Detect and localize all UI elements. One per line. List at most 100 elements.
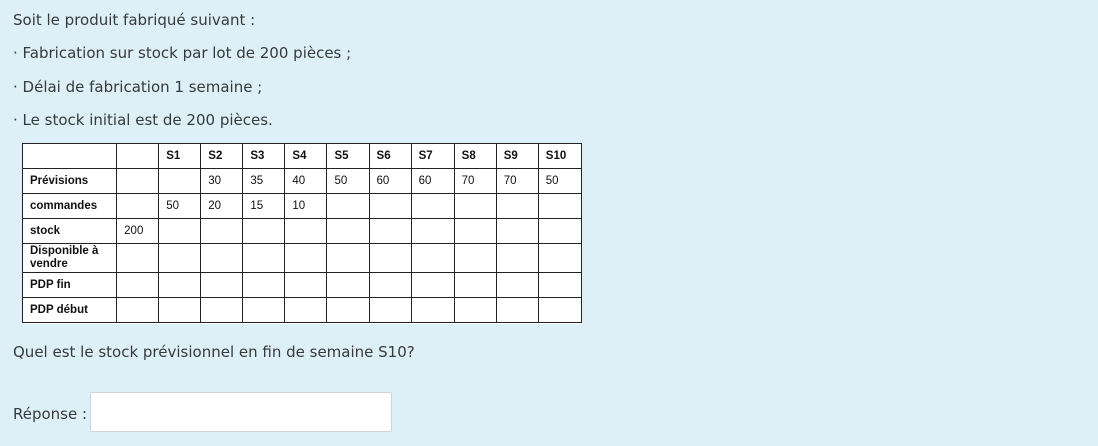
table-cell xyxy=(326,297,370,323)
table-cell xyxy=(495,193,539,219)
table-cell xyxy=(284,218,328,244)
table-cell xyxy=(242,218,286,244)
table-cell xyxy=(284,243,328,273)
row-label: PDP fin xyxy=(21,272,118,298)
intro-line-3: · Délai de fabrication 1 semaine ; xyxy=(13,78,263,96)
table-cell xyxy=(537,218,583,244)
table-cell xyxy=(116,297,160,323)
table-cell xyxy=(537,193,583,219)
header-cell-s10: S10 xyxy=(537,143,583,169)
row-label: PDP début xyxy=(21,297,118,323)
table-cell xyxy=(158,168,202,194)
header-cell-s8: S8 xyxy=(453,143,497,169)
intro-line-2: · Fabrication sur stock par lot de 200 p… xyxy=(13,44,352,62)
table-cell xyxy=(116,243,160,273)
row-label: commandes xyxy=(21,193,118,219)
mrp-table: S1 S2 S3 S4 S5 S6 S7 S8 S9 S10 Prévisions 30 35 40 50… xyxy=(21,143,583,323)
table-header-row: S1 S2 S3 S4 S5 S6 S7 S8 S9 S10 xyxy=(21,143,583,169)
table-row: PDP fin xyxy=(21,272,583,298)
table-cell: 70 xyxy=(495,168,539,194)
table-cell: 200 xyxy=(116,218,160,244)
answer-input[interactable] xyxy=(90,392,392,432)
table-cell xyxy=(410,297,455,323)
table-cell: 35 xyxy=(242,168,286,194)
answer-label: Réponse : xyxy=(13,405,88,423)
table-cell xyxy=(495,297,539,323)
table-cell xyxy=(410,243,455,273)
row-label: Disponible à vendre xyxy=(21,243,118,273)
header-cell-s4: S4 xyxy=(284,143,328,169)
table-cell xyxy=(326,243,370,273)
intro-line-1: Soit le produit fabriqué suivant : xyxy=(13,11,256,29)
table-row: commandes 50 20 15 10 xyxy=(21,193,583,219)
table-cell xyxy=(537,243,583,273)
table-cell: 40 xyxy=(284,168,328,194)
header-cell-empty xyxy=(116,143,160,169)
table-cell xyxy=(200,243,244,273)
table-cell xyxy=(495,272,539,298)
table-cell xyxy=(326,218,370,244)
table-cell xyxy=(200,272,244,298)
table-cell: 60 xyxy=(368,168,412,194)
table-cell xyxy=(495,243,539,273)
table-cell xyxy=(495,218,539,244)
table-row: Prévisions 30 35 40 50 60 60 70 70 50 xyxy=(21,168,583,194)
header-cell-s6: S6 xyxy=(368,143,412,169)
table-cell xyxy=(200,218,244,244)
header-cell-s3: S3 xyxy=(242,143,286,169)
mrp-table-container: S1 S2 S3 S4 S5 S6 S7 S8 S9 S10 Prévisions 30 35 40 50… xyxy=(21,143,583,324)
table-cell xyxy=(368,297,412,323)
table-cell xyxy=(116,193,160,219)
header-cell-s5: S5 xyxy=(326,143,370,169)
table-cell xyxy=(284,272,328,298)
header-cell-s2: S2 xyxy=(200,143,244,169)
table-cell xyxy=(537,297,583,323)
table-cell xyxy=(116,168,160,194)
table-row: stock 200 xyxy=(21,218,583,244)
row-label: Prévisions xyxy=(21,168,118,194)
table-cell: 10 xyxy=(284,193,328,219)
table-cell: 70 xyxy=(453,168,497,194)
row-label: stock xyxy=(21,218,118,244)
table-cell: 50 xyxy=(537,168,583,194)
table-cell xyxy=(368,272,412,298)
table-cell xyxy=(453,218,497,244)
table-cell: 15 xyxy=(242,193,286,219)
table-cell: 20 xyxy=(200,193,244,219)
table-cell: 30 xyxy=(200,168,244,194)
intro-line-4: · Le stock initial est de 200 pièces. xyxy=(13,111,273,129)
question-text: Quel est le stock prévisionnel en fin de… xyxy=(13,343,415,361)
header-cell-s9: S9 xyxy=(495,143,539,169)
table-cell xyxy=(368,218,412,244)
table-cell xyxy=(368,193,412,219)
table-cell xyxy=(410,272,455,298)
table-cell: 50 xyxy=(158,193,202,219)
table-cell xyxy=(453,243,497,273)
table-cell xyxy=(453,272,497,298)
table-cell: 50 xyxy=(326,168,370,194)
table-cell xyxy=(326,272,370,298)
table-cell xyxy=(158,218,202,244)
table-cell xyxy=(116,272,160,298)
header-cell-s1: S1 xyxy=(158,143,202,169)
table-row: Disponible à vendre xyxy=(21,243,583,273)
table-cell xyxy=(326,193,370,219)
table-cell xyxy=(284,297,328,323)
table-cell: 60 xyxy=(410,168,455,194)
table-cell xyxy=(368,243,412,273)
table-cell xyxy=(200,297,244,323)
table-cell xyxy=(410,193,455,219)
header-cell-s7: S7 xyxy=(410,143,455,169)
header-cell-empty xyxy=(21,143,118,169)
table-cell xyxy=(410,218,455,244)
table-cell xyxy=(453,193,497,219)
table-cell xyxy=(242,243,286,273)
table-cell xyxy=(158,272,202,298)
table-body: Prévisions 30 35 40 50 60 60 70 70 50 commandes 50 2… xyxy=(21,168,583,323)
table-cell xyxy=(453,297,497,323)
table-cell xyxy=(158,243,202,273)
table-row: PDP début xyxy=(21,297,583,323)
table-cell xyxy=(158,297,202,323)
table-cell xyxy=(242,297,286,323)
table-cell xyxy=(537,272,583,298)
